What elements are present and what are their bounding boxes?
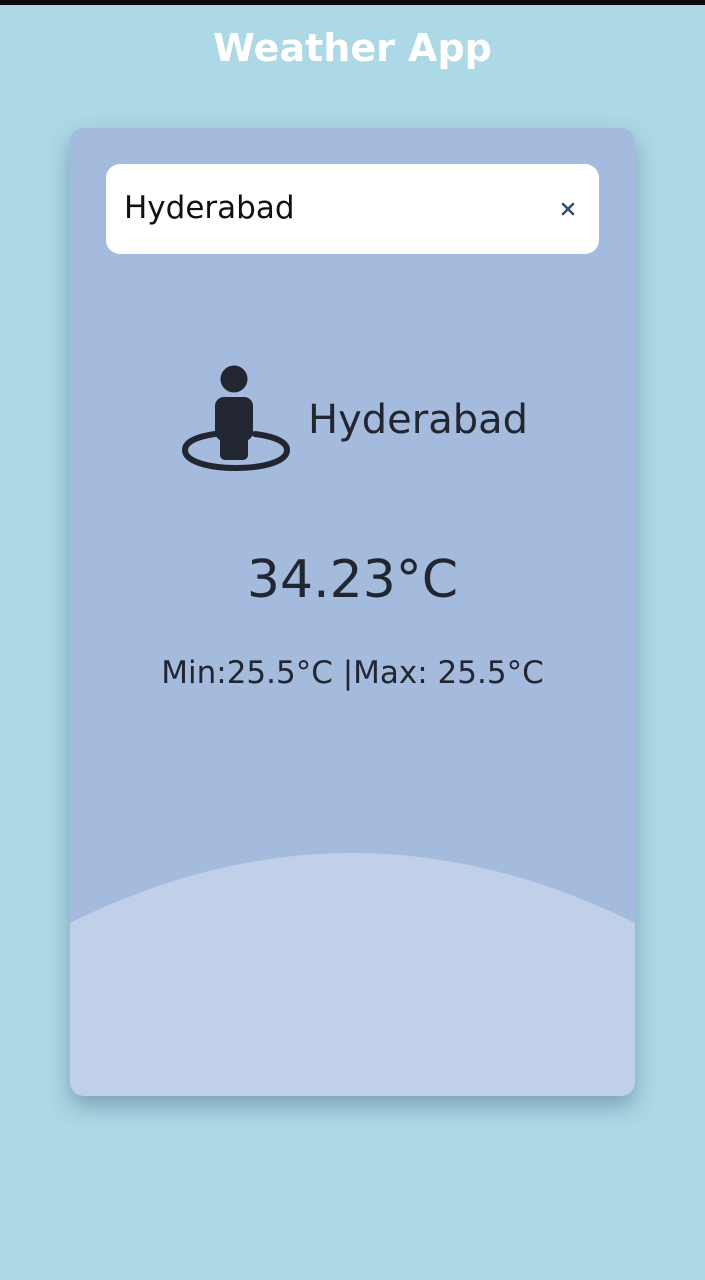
- search-box: [106, 164, 599, 254]
- status-bar: [0, 0, 705, 5]
- street-view-icon: [181, 365, 291, 472]
- min-max-temperature: Min:25.5°C |Max: 25.5°C: [161, 655, 544, 691]
- city-name: Hyderabad: [308, 397, 528, 443]
- close-icon: [561, 202, 575, 216]
- location-row: Hyderabad: [180, 364, 528, 476]
- temperature-value: 34.23°C: [246, 550, 459, 610]
- search-input[interactable]: [124, 179, 524, 237]
- app-title: Weather App: [213, 26, 492, 70]
- card-wave-decoration: [70, 853, 635, 1096]
- clear-search-button[interactable]: [551, 192, 585, 226]
- weather-card: Hyderabad 34.23°C Min:25.5°C |Max: 25.5°…: [70, 128, 635, 1096]
